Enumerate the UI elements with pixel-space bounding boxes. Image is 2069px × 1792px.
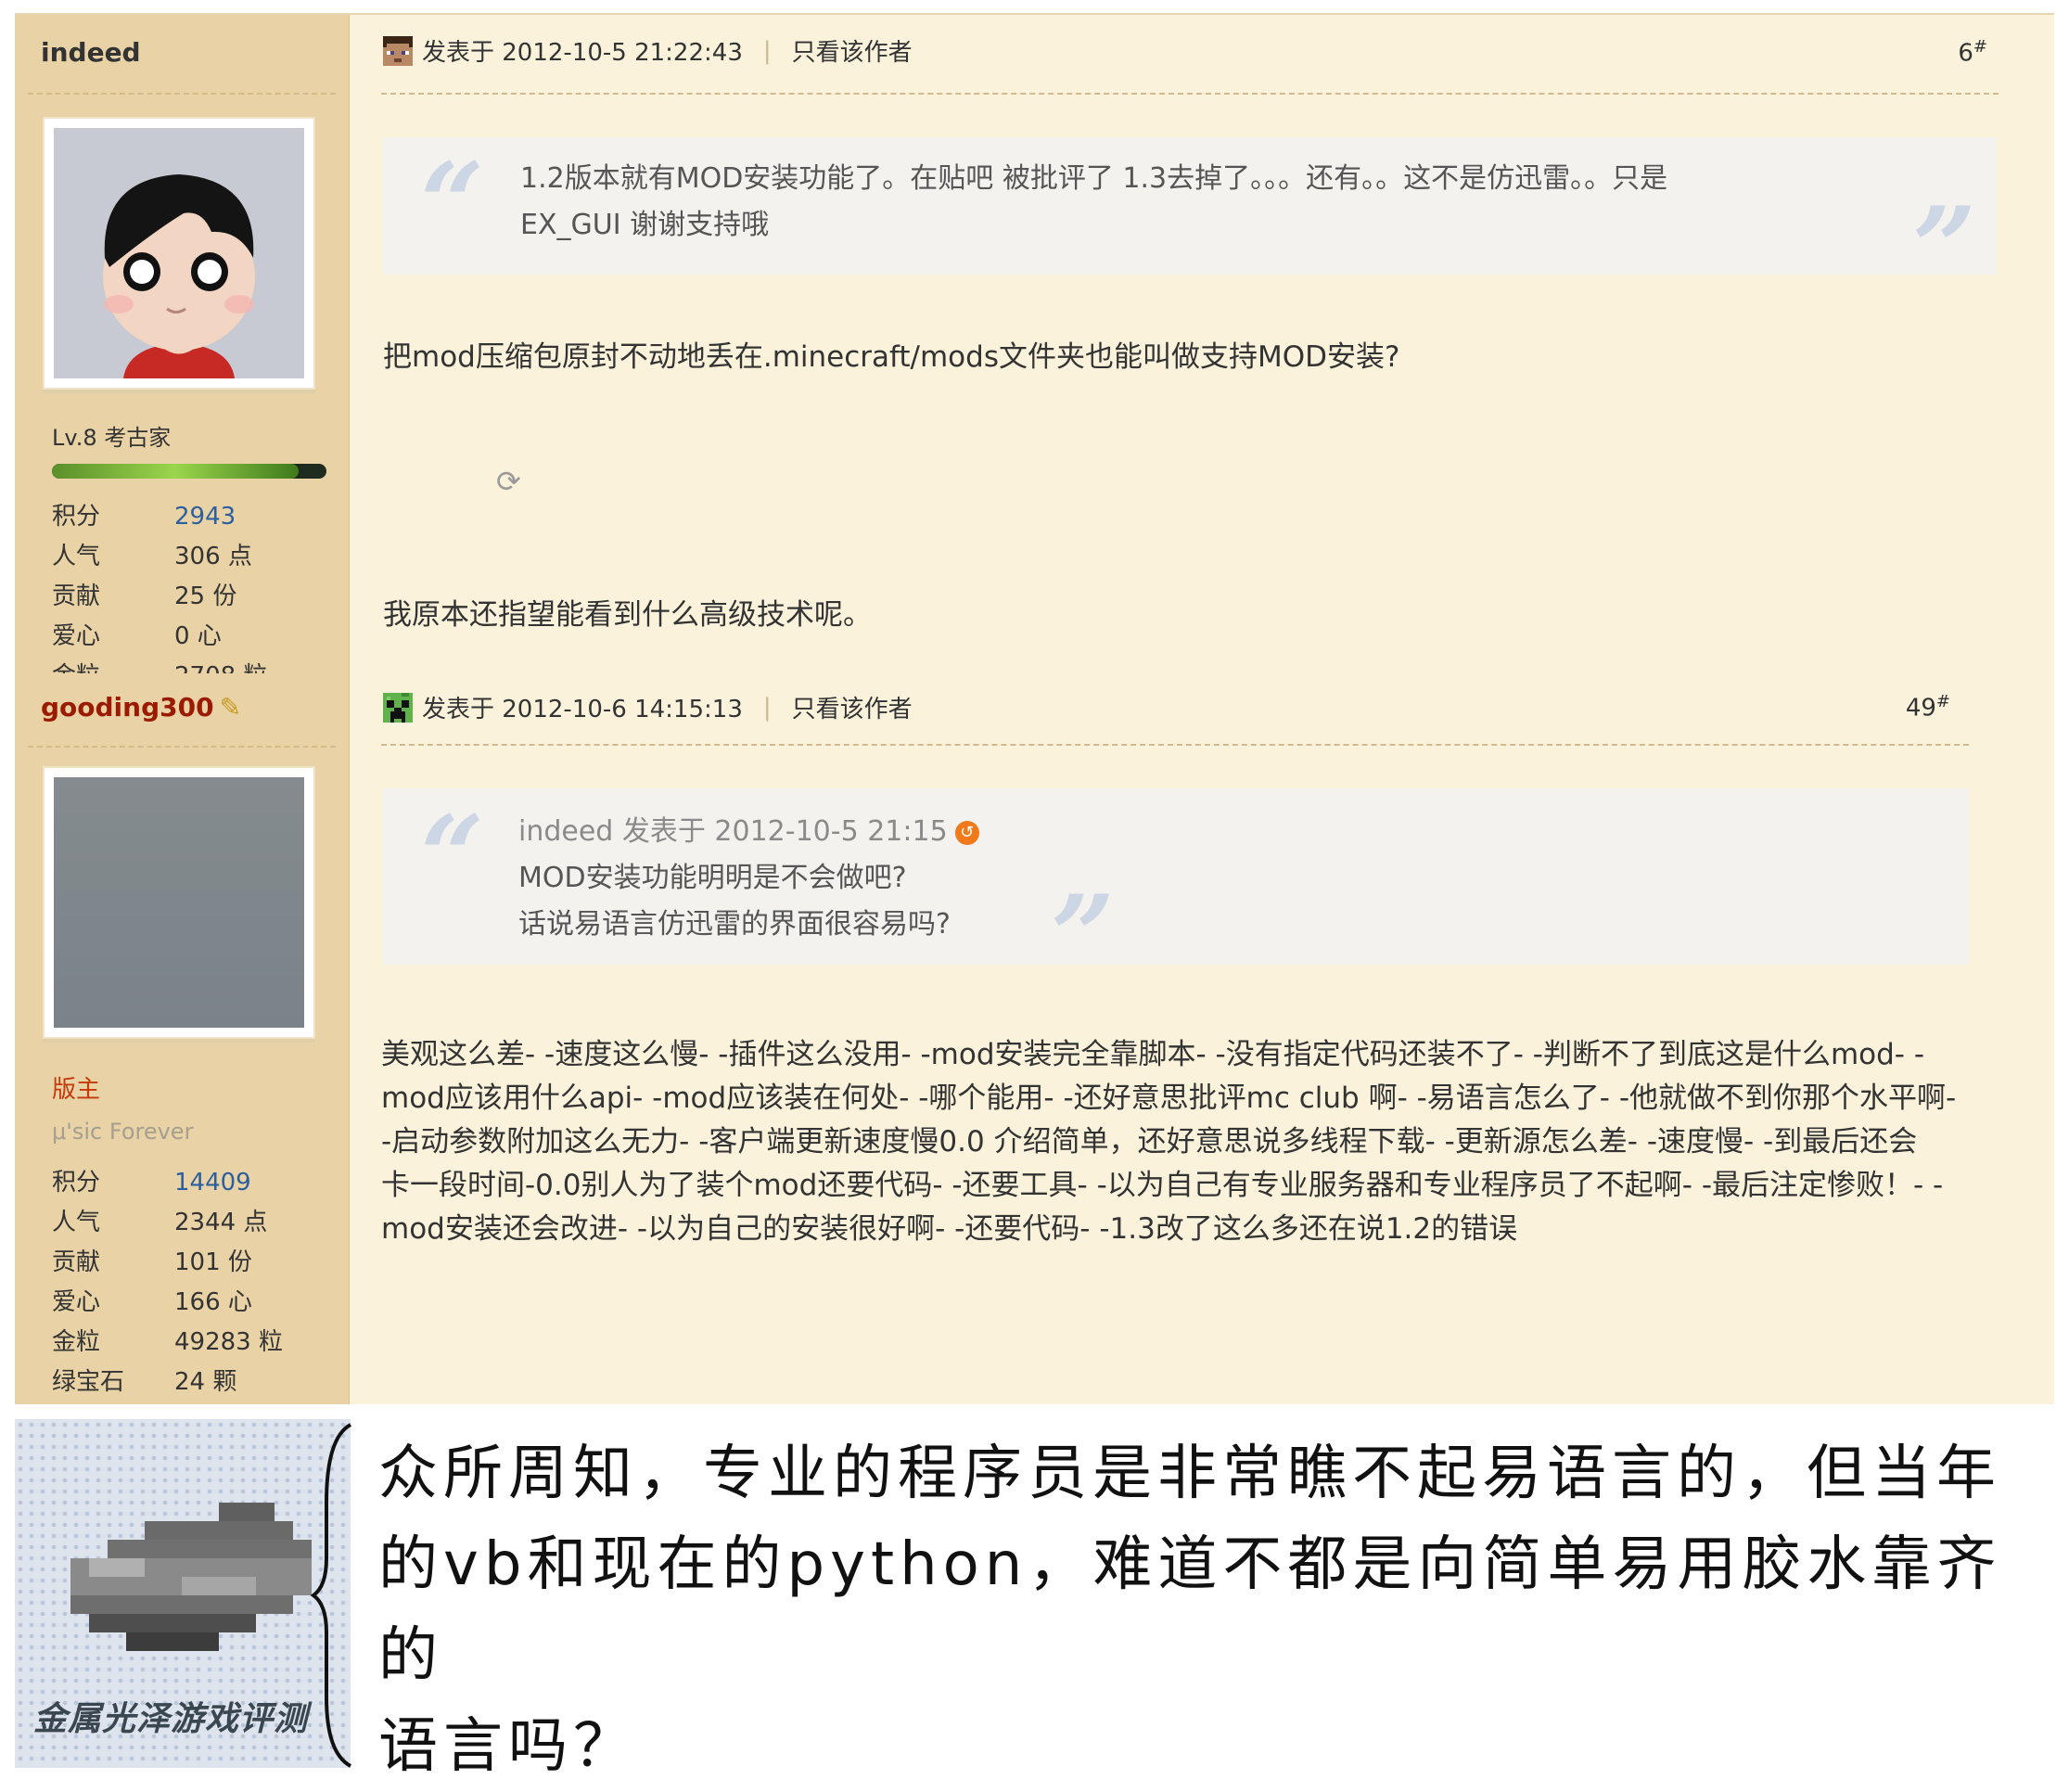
post-2-body-line: mod应该用什么api- -mod应该装在何处- -哪个能用- -还好意思批评m… (381, 1082, 1957, 1115)
pencil-icon: ✎ (219, 692, 242, 723)
stat-points-link[interactable]: 14409 (174, 1169, 251, 1197)
minecraft-steve-head-icon (383, 35, 413, 66)
stat-row: 积分 14409 (52, 1169, 251, 1197)
post-2-body-line: 美观这么差- -速度这么慢- -插件这么没用- -mod安装完全靠脚本- -没有… (381, 1038, 1925, 1071)
stat-points-link[interactable]: 2943 (174, 503, 236, 531)
open-quote-icon: “ (420, 791, 485, 922)
post-2-body-line: -启动参数附加这么无力- -客户端更新速度慢0.0 介绍简单，还好意思说多线程下… (381, 1125, 1918, 1158)
stat-row: 积分 2943 (52, 503, 236, 531)
stat-row: 人气 306 点 (52, 543, 252, 570)
post-1-level-bar (52, 464, 326, 479)
post-1-content: 发表于 2012-10-5 21:22:43 | 只看该作者 6# “ ” 1.… (350, 15, 2054, 673)
post-2-user-sidebar: gooding300 ✎ 版主 μ'sic Forever 积分 14409 人气 2… (15, 673, 350, 1404)
post-2-timestamp: 发表于 2012-10-6 14:15:13 (422, 696, 743, 723)
caption-line: 众所周知，专业的程序员是非常瞧不起易语言的，但当年 (378, 1440, 2001, 1508)
quote-line: EX_GUI 谢谢支持哦 (520, 209, 770, 241)
speech-brace-icon (310, 1423, 352, 1768)
post-1-only-author-link[interactable]: 只看该作者 (792, 33, 913, 68)
close-quote-icon: ” (1911, 183, 1976, 314)
stat-row: 金粒2708 粒 (52, 657, 330, 673)
post-2-avatar[interactable] (43, 766, 315, 1039)
quote-attribution[interactable]: indeed 发表于 2012-10-5 21:15 ↺ (518, 809, 979, 855)
post-1: indeed Lv.8 考古家 积分 2943 人气 306 点 贡献 25 份… (15, 13, 2054, 673)
logo-text: 金属光泽游戏评测 (33, 1700, 309, 1738)
post-1-meta: 发表于 2012-10-5 21:22:43 | 只看该作者 (383, 33, 913, 68)
post-1-quote-block: “ ” 1.2版本就有MOD安装功能了。在贴吧 被批评了 1.3去掉了。。。还有… (383, 137, 1997, 304)
post-1-author-name[interactable]: indeed (41, 37, 141, 68)
post-2: gooding300 ✎ 版主 μ'sic Forever 积分 14409 人气 2… (15, 673, 2054, 1404)
stat-row: 人气 2344 点 (52, 1209, 268, 1236)
back-arrow-icon[interactable]: ↺ (954, 820, 979, 845)
stat-row: 爱心 166 心 (52, 1288, 252, 1316)
commentary-panel: 金属光泽游戏评测 众所周知，专业的程序员是非常瞧不起易语言的，但当年 的vb和现… (15, 1419, 2054, 1781)
post-divider (381, 93, 1999, 95)
stat-row: 爱心 0 心 (52, 622, 222, 650)
post-2-content: 发表于 2012-10-6 14:15:13 | 只看该作者 49# “ ” i… (350, 673, 2054, 1404)
post-divider (381, 744, 1969, 746)
minecraft-creeper-head-icon (383, 692, 413, 723)
stat-row: 贡献 25 份 (52, 582, 237, 610)
refresh-icon[interactable]: ⟳ (496, 464, 521, 499)
quote-line: 话说易语言仿迅雷的界面很容易吗? (518, 908, 951, 941)
quote-line: 1.2版本就有MOD安装功能了。在贴吧 被批评了 1.3去掉了。。。还有。。这不… (520, 162, 1668, 195)
post-1-avatar[interactable] (43, 117, 315, 390)
post-2-motto: μ'sic Forever (52, 1119, 194, 1145)
stat-row: 绿宝石 24 颗 (52, 1368, 237, 1396)
post-2-quote-block: “ ” indeed 发表于 2012-10-5 21:15 ↺ MOD安装功能明… (383, 788, 1969, 992)
close-quote-icon: ” (1051, 871, 1116, 1002)
post-2-role: 版主 (52, 1076, 101, 1104)
post-1-floor-number[interactable]: 6# (1958, 37, 1987, 68)
post-1-body-line: 我原本还指望能看到什么高级技术呢。 (383, 598, 872, 632)
post-2-only-author-link[interactable]: 只看该作者 (792, 690, 913, 724)
post-2-body-line: mod安装还会改进- -以为自己的安装很好啊- -还要代码- -1.3改了这么多… (381, 1212, 1518, 1246)
post-2-body-line: 卡一段时间-0.0别人为了装个mod还要代码- -还要工具- -以为自己有专业服… (381, 1169, 1944, 1202)
quote-line: MOD安装功能明明是不会做吧? (518, 862, 907, 894)
cartoon-boy-avatar-icon (54, 128, 304, 378)
sidebar-divider (28, 746, 336, 748)
stat-row: 金粒 49283 粒 (52, 1328, 283, 1356)
post-1-body-line: 把mod压缩包原封不动地丢在.minecraft/mods文件夹也能叫做支持MO… (383, 340, 1400, 374)
post-1-timestamp: 发表于 2012-10-5 21:22:43 (422, 39, 743, 67)
post-2-author-name[interactable]: gooding300 ✎ (41, 692, 241, 723)
caption-line: 的vb和现在的python，难道不都是向简单易用胶水靠齐的 (378, 1530, 2002, 1690)
iron-ingot-icon (70, 1503, 312, 1651)
post-1-level: Lv.8 考古家 (52, 425, 172, 451)
blurred-avatar-icon (54, 777, 304, 1028)
stat-row: 贡献 101 份 (52, 1248, 252, 1276)
post-2-meta: 发表于 2012-10-6 14:15:13 | 只看该作者 (383, 690, 913, 724)
post-2-body: 美观这么差- -速度这么慢- -插件这么没用- -mod安装完全靠脚本- -没有… (381, 1033, 1956, 1251)
commentary-caption: 众所周知，专业的程序员是非常瞧不起易语言的，但当年 的vb和现在的python，… (378, 1428, 2048, 1792)
open-quote-icon: “ (420, 138, 485, 269)
caption-line: 语言吗？ (378, 1712, 638, 1781)
sidebar-divider (28, 93, 336, 95)
post-2-floor-number[interactable]: 49# (1906, 692, 1950, 723)
post-1-user-sidebar: indeed Lv.8 考古家 积分 2943 人气 306 点 贡献 25 份… (15, 15, 350, 673)
